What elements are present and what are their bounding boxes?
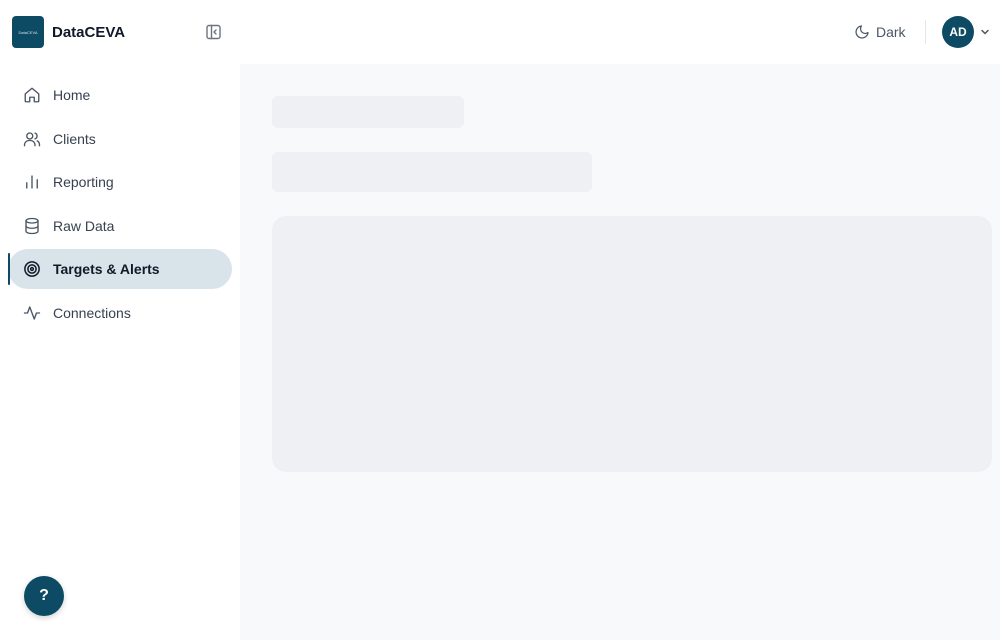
- sidebar-item-clients[interactable]: Clients: [8, 119, 232, 159]
- logo-text: DataCEVA: [18, 29, 38, 35]
- sidebar-item-targets-alerts[interactable]: Targets & Alerts: [8, 249, 232, 290]
- target-icon: [23, 260, 41, 278]
- sidebar-item-connections[interactable]: Connections: [8, 293, 232, 333]
- skeleton-title: [272, 96, 464, 128]
- header-divider: [925, 20, 926, 44]
- app-logo: DataCEVA: [12, 16, 44, 48]
- sidebar: DataCEVA DataCEVA Home Clients Reporting…: [0, 0, 240, 640]
- skeleton-card: [272, 216, 992, 472]
- app-name: DataCEVA: [52, 23, 126, 41]
- topbar: Dark AD: [240, 0, 1000, 64]
- sidebar-item-reporting[interactable]: Reporting: [8, 162, 232, 202]
- sidebar-item-raw-data[interactable]: Raw Data: [8, 206, 232, 246]
- database-icon: [23, 217, 41, 235]
- theme-toggle-label: Dark: [876, 24, 906, 40]
- sidebar-item-label: Reporting: [53, 174, 114, 191]
- avatar[interactable]: AD: [942, 16, 974, 48]
- sidebar-item-label: Connections: [53, 304, 131, 321]
- sidebar-item-label: Clients: [53, 130, 96, 147]
- help-button[interactable]: ?: [24, 576, 64, 616]
- user-initials: AD: [949, 25, 967, 39]
- brand[interactable]: DataCEVA DataCEVA: [12, 16, 125, 48]
- home-icon: [23, 86, 41, 104]
- user-menu[interactable]: AD: [942, 16, 990, 48]
- bar-chart-icon: [23, 173, 41, 191]
- moon-icon: [855, 25, 869, 39]
- sidebar-collapse-button[interactable]: [205, 24, 223, 40]
- theme-toggle-button[interactable]: Dark: [854, 22, 906, 42]
- sidebar-item-label: Raw Data: [53, 217, 115, 234]
- sidebar-item-label: Home: [53, 87, 91, 103]
- activity-icon: [23, 304, 41, 322]
- main-content: [240, 64, 1000, 640]
- sidebar-item-label: Targets & Alerts: [53, 261, 160, 278]
- help-label: ?: [39, 587, 49, 604]
- chevron-down-icon: [981, 29, 989, 35]
- sidebar-collapse-icon: [206, 24, 221, 40]
- sidebar-nav: Home Clients Reporting Raw Data Targets …: [8, 75, 232, 337]
- sidebar-item-home[interactable]: Home: [8, 75, 232, 115]
- skeleton-subtitle: [272, 152, 592, 192]
- users-icon: [23, 130, 41, 148]
